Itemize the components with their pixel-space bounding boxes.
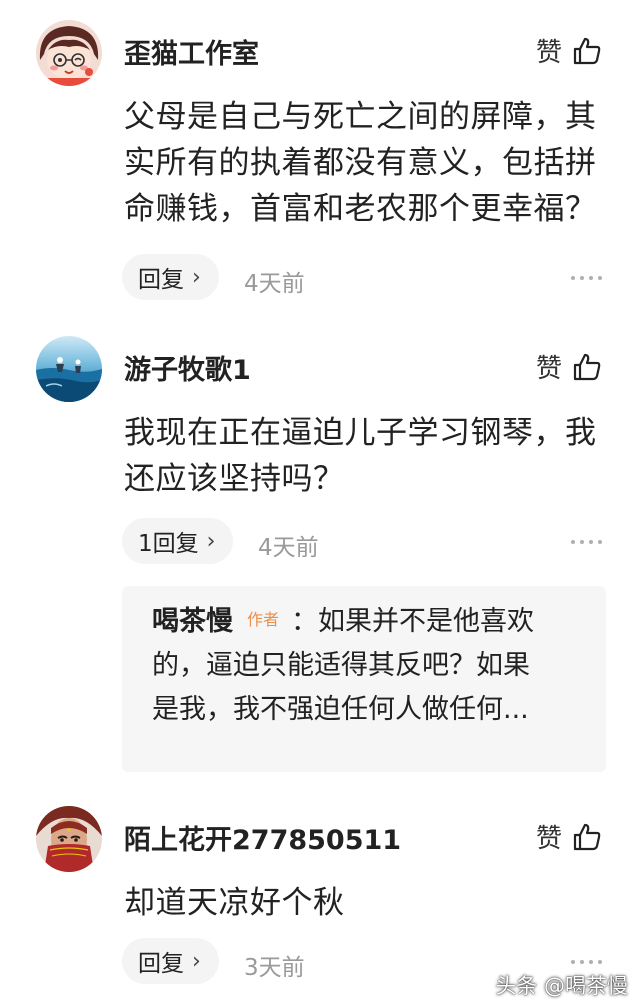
thumbs-up-icon <box>573 37 601 64</box>
like-label: 赞 <box>535 824 562 854</box>
sub-reply-author[interactable]: 喝茶慢 <box>152 606 233 637</box>
reply-button[interactable]: 回复 › <box>122 938 219 984</box>
sub-reply-text: 的，逼迫只能适得其反吧？如果 <box>152 650 530 681</box>
more-dots-icon[interactable] <box>571 960 602 964</box>
reply-label: 1回复 <box>138 531 199 557</box>
veiled-woman-avatar-icon <box>36 806 102 872</box>
sub-reply-text: ：如果并不是他喜欢 <box>291 606 535 637</box>
reply-button[interactable]: 回复 › <box>122 254 219 300</box>
username[interactable]: 陌上花开277850511 <box>124 818 401 857</box>
timestamp: 4天前 <box>258 535 319 561</box>
comment-text: 却道天凉好个秋 <box>124 885 345 921</box>
sub-reply-line: 喝茶慢 作者 ：如果并不是他喜欢 <box>152 600 584 644</box>
watermark: 头条 @喝茶慢 <box>495 974 628 998</box>
avatar[interactable] <box>36 20 102 86</box>
more-dots-icon[interactable] <box>571 276 602 280</box>
like-label: 赞 <box>535 354 562 384</box>
avatar[interactable] <box>36 806 102 872</box>
thumbs-up-icon <box>573 353 601 380</box>
chevron-right-icon: › <box>192 264 201 290</box>
timestamp: 3天前 <box>244 955 305 981</box>
blue-scene-avatar-icon <box>36 336 102 402</box>
avatar[interactable] <box>36 336 102 402</box>
like-button[interactable]: 赞 <box>536 818 602 855</box>
comment-text: 父母是自己与死亡之间的屏障，其实所有的执着都没有意义，包括拼命赚钱，首富和老农那… <box>124 99 597 227</box>
sub-reply-preview[interactable]: 喝茶慢 作者 ：如果并不是他喜欢 的，逼迫只能适得其反吧？如果 是我，我不强迫任何人… <box>122 586 606 772</box>
cartoon-girl-avatar-icon <box>36 20 102 86</box>
comment-text: 我现在正在逼迫儿子学习钢琴，我还应该坚持吗？ <box>124 415 597 497</box>
like-label: 赞 <box>535 38 562 68</box>
chevron-right-icon: › <box>206 528 216 554</box>
like-button[interactable]: 赞 <box>536 348 602 385</box>
reply-button[interactable]: 1回复 › <box>122 518 234 564</box>
more-dots-icon[interactable] <box>571 540 602 544</box>
like-button[interactable]: 赞 <box>536 32 602 69</box>
username[interactable]: 游子牧歌1 <box>124 348 251 387</box>
thumbs-up-icon <box>573 823 601 850</box>
chevron-right-icon: › <box>192 948 201 974</box>
author-tag: 作者 <box>247 609 280 629</box>
timestamp: 4天前 <box>244 271 305 297</box>
sub-reply-text: 是我，我不强迫任何人做任何... <box>152 694 529 725</box>
reply-label: 回复 <box>138 267 184 293</box>
username[interactable]: 歪猫工作室 <box>124 32 259 71</box>
reply-label: 回复 <box>138 951 184 977</box>
